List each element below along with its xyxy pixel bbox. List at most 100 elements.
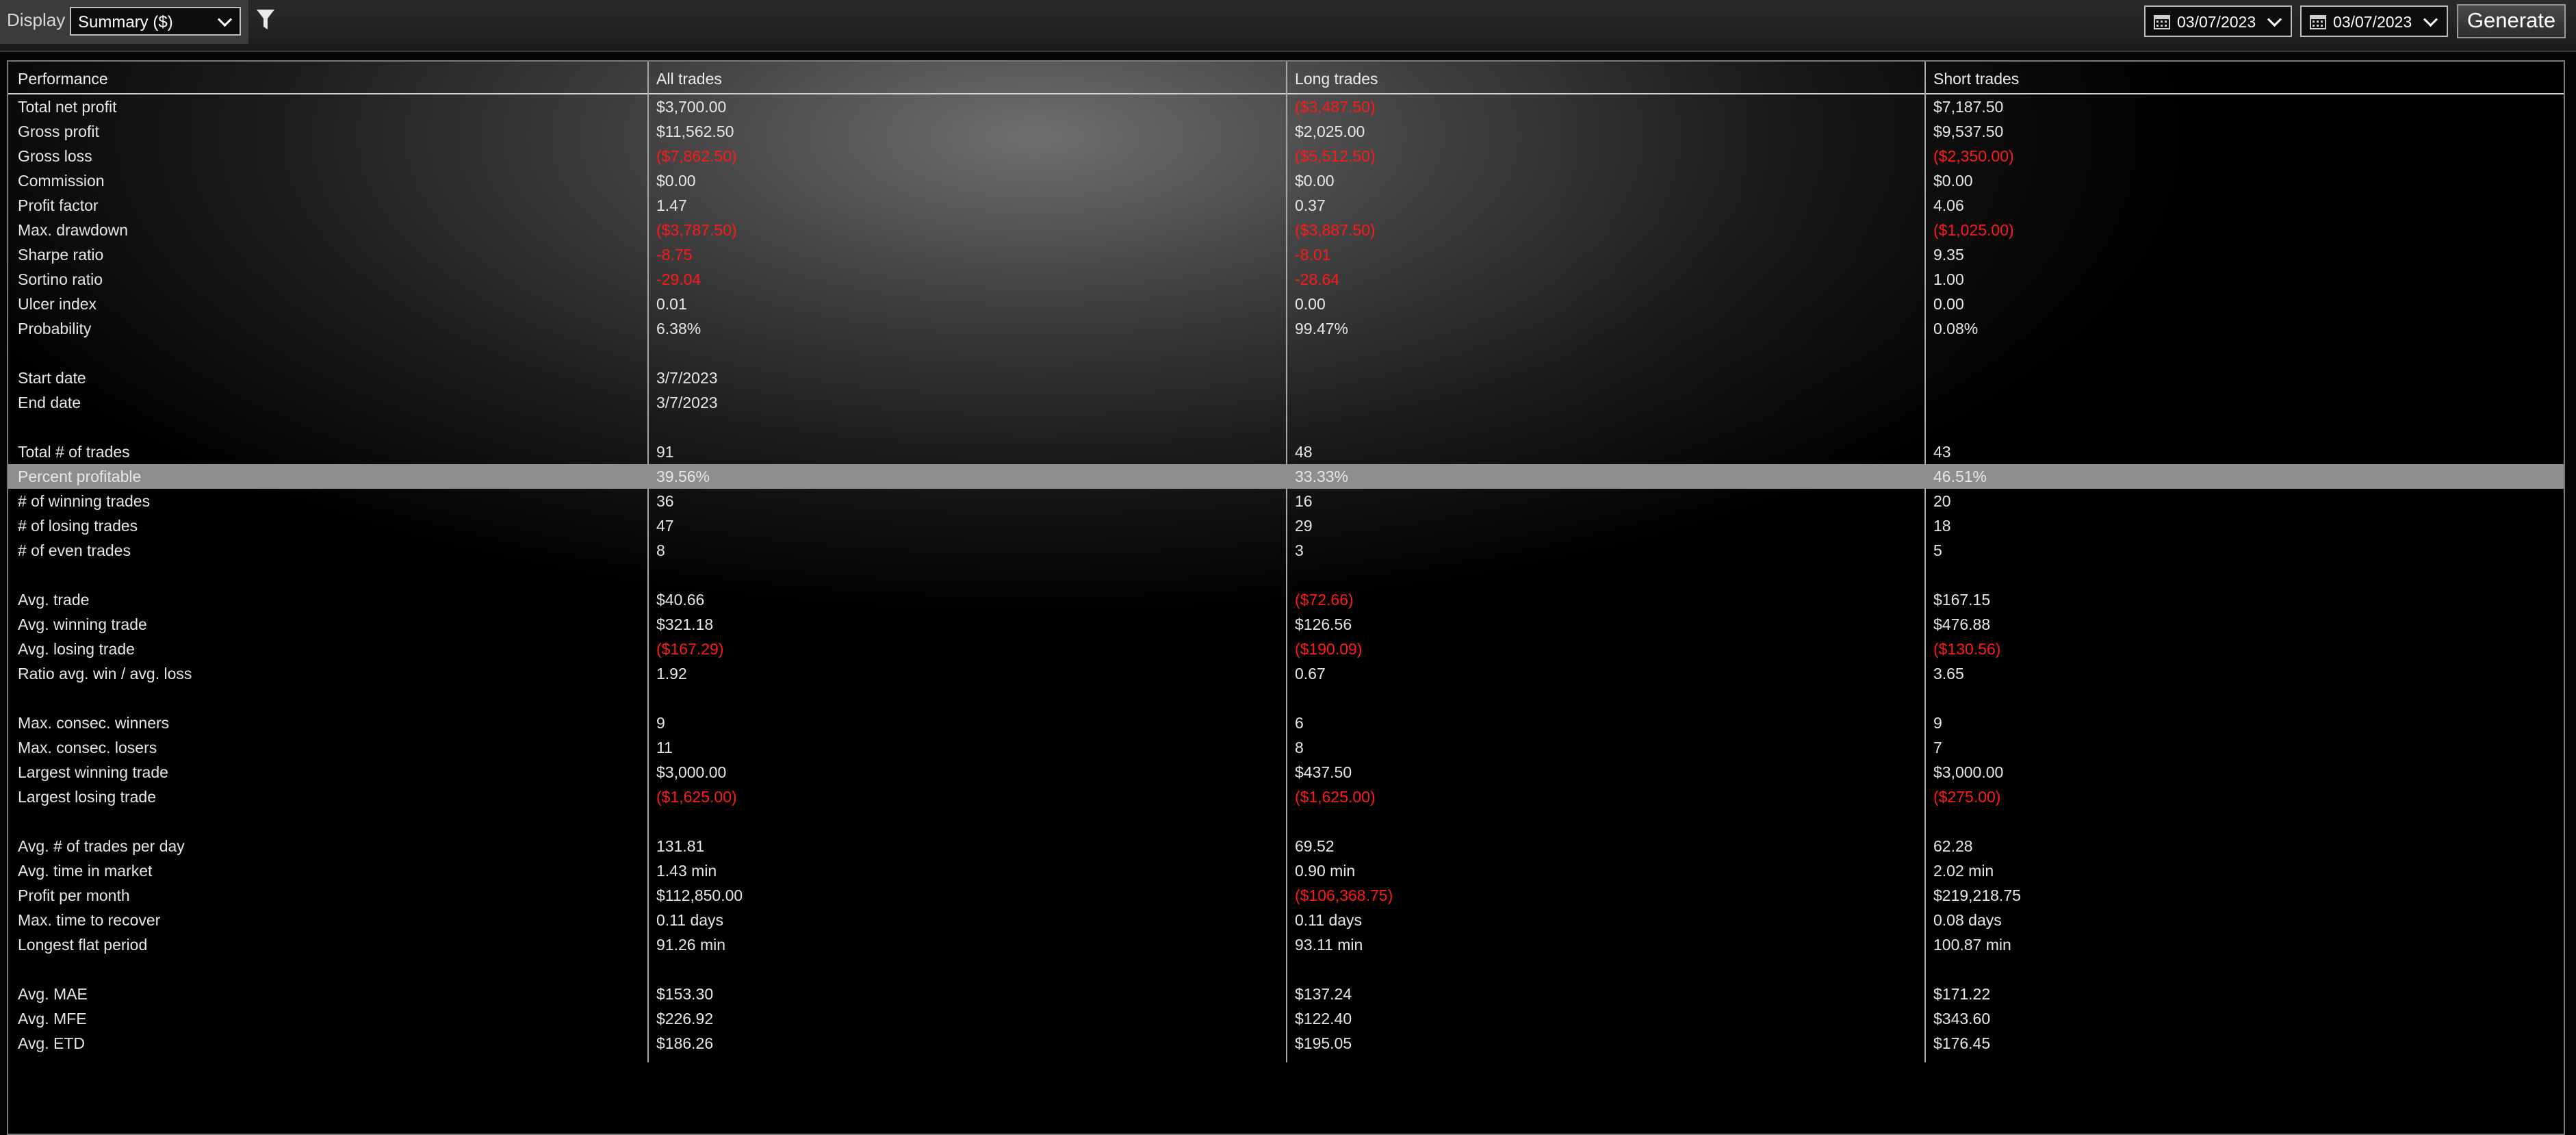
row-value-all: -8.75 xyxy=(656,246,693,264)
table-row[interactable]: Ratio avg. win / avg. loss 1.92 0.67 3.65 xyxy=(8,661,2564,686)
performance-grid: Performance All trades Long trades Short… xyxy=(7,60,2565,1135)
row-value-short: ($130.56) xyxy=(1933,640,2001,658)
row-value-long: $195.05 xyxy=(1295,1034,1352,1052)
table-row[interactable]: Max. time to recover 0.11 days 0.11 days 0.… xyxy=(8,908,2564,932)
row-value-long: 0.37 xyxy=(1295,196,1326,214)
row-value-all: 1.43 min xyxy=(656,862,717,880)
row-value-short: 7 xyxy=(1933,739,1942,756)
row-value-short: 0.00 xyxy=(1933,295,1964,313)
table-row[interactable] xyxy=(8,563,2564,587)
table-row[interactable]: Avg. trade $40.66 ($72.66) $167.15 xyxy=(8,587,2564,612)
row-label: Sortino ratio xyxy=(18,270,103,288)
table-row[interactable]: Avg. MAE $153.30 $137.24 $171.22 xyxy=(8,982,2564,1006)
table-row[interactable]: Gross loss ($7,862.50) ($5,512.50) ($2,350.… xyxy=(8,144,2564,168)
table-row[interactable]: Sortino ratio -29.04 -28.64 1.00 xyxy=(8,267,2564,292)
row-value-all: 1.47 xyxy=(656,196,687,214)
row-value-all: 91 xyxy=(656,443,674,461)
grid-body: Total net profit $3,700.00 ($3,487.50) $7,1… xyxy=(8,94,2564,1056)
row-label: Largest losing trade xyxy=(18,788,157,806)
table-row[interactable] xyxy=(8,686,2564,711)
table-row[interactable]: Largest winning trade $3,000.00 $437.50 $3,… xyxy=(8,760,2564,785)
row-value-long: 93.11 min xyxy=(1295,936,1363,954)
table-row[interactable]: Max. consec. losers 11 8 7 xyxy=(8,735,2564,760)
table-row[interactable]: Probability 6.38% 99.47% 0.08% xyxy=(8,316,2564,341)
row-value-long: 0.67 xyxy=(1295,665,1326,683)
row-value-long: $126.56 xyxy=(1295,615,1352,633)
row-value-all: 9 xyxy=(656,714,665,732)
row-value-long: 99.47% xyxy=(1295,320,1349,337)
table-row[interactable]: End date 3/7/2023 xyxy=(8,390,2564,415)
display-select[interactable]: Summary ($) xyxy=(70,7,241,36)
row-value-all: 0.11 days xyxy=(656,911,724,929)
row-value-short: ($2,350.00) xyxy=(1933,147,2014,165)
table-row[interactable] xyxy=(8,957,2564,982)
table-row[interactable]: Percent profitable 39.56% 33.33% 46.51% xyxy=(8,464,2564,489)
row-label: Avg. winning trade xyxy=(18,615,147,633)
row-label: Gross loss xyxy=(18,147,92,165)
table-row[interactable]: Avg. time in market 1.43 min 0.90 min 2.02 … xyxy=(8,858,2564,883)
row-value-all: 3/7/2023 xyxy=(656,394,718,411)
row-value-short: 18 xyxy=(1933,517,1951,535)
table-row[interactable]: Profit per month $112,850.00 ($106,368.75)… xyxy=(8,883,2564,908)
table-row[interactable]: Total # of trades 91 48 43 xyxy=(8,439,2564,464)
row-value-short: 9 xyxy=(1933,714,1942,732)
table-row[interactable]: Commission $0.00 $0.00 $0.00 xyxy=(8,168,2564,193)
chevron-down-icon xyxy=(2423,12,2438,27)
table-row[interactable]: Sharpe ratio -8.75 -8.01 9.35 xyxy=(8,242,2564,267)
table-row[interactable]: # of losing trades 47 29 18 xyxy=(8,513,2564,538)
row-value-long: 0.90 min xyxy=(1295,862,1356,880)
table-row[interactable]: Avg. winning trade $321.18 $126.56 $476.88 xyxy=(8,612,2564,637)
row-value-short: 0.08% xyxy=(1933,320,1979,337)
table-row[interactable]: Start date 3/7/2023 xyxy=(8,366,2564,390)
row-value-long: -8.01 xyxy=(1295,246,1331,264)
table-row[interactable]: Max. drawdown ($3,787.50) ($3,887.50) ($1,0… xyxy=(8,218,2564,242)
row-value-short: 46.51% xyxy=(1933,468,1987,485)
header-performance[interactable]: Performance xyxy=(18,64,108,93)
table-row[interactable]: Profit factor 1.47 0.37 4.06 xyxy=(8,193,2564,218)
row-label: Avg. MFE xyxy=(18,1010,87,1028)
row-value-long: 0.00 xyxy=(1295,295,1326,313)
table-row[interactable] xyxy=(8,415,2564,439)
row-value-all: $0.00 xyxy=(656,172,696,190)
header-all-trades[interactable]: All trades xyxy=(656,64,722,93)
row-value-short: 4.06 xyxy=(1933,196,1964,214)
date-from-picker[interactable]: 03/07/2023 xyxy=(2144,5,2292,37)
display-select-value: Summary ($) xyxy=(78,13,173,31)
table-row[interactable] xyxy=(8,341,2564,366)
row-label: Avg. time in market xyxy=(18,862,153,880)
date-to-picker[interactable]: 03/07/2023 xyxy=(2300,5,2448,37)
row-value-long: $2,025.00 xyxy=(1295,123,1365,140)
date-to-value: 03/07/2023 xyxy=(2333,13,2412,31)
generate-button[interactable]: Generate xyxy=(2457,4,2566,38)
row-value-short: 1.00 xyxy=(1933,270,1964,288)
table-row[interactable]: Total net profit $3,700.00 ($3,487.50) $7,1… xyxy=(8,94,2564,119)
table-row[interactable]: Largest losing trade ($1,625.00) ($1,625.0… xyxy=(8,785,2564,809)
row-value-all: 6.38% xyxy=(656,320,701,337)
row-value-short: 20 xyxy=(1933,492,1951,510)
table-row[interactable]: Avg. ETD $186.26 $195.05 $176.45 xyxy=(8,1031,2564,1056)
row-value-long: 16 xyxy=(1295,492,1313,510)
row-value-all: ($1,625.00) xyxy=(656,788,737,806)
row-value-all: ($3,787.50) xyxy=(656,221,737,239)
row-label: Commission xyxy=(18,172,105,190)
filter-icon[interactable] xyxy=(256,8,275,31)
table-row[interactable]: Avg. # of trades per day 131.81 69.52 62.28 xyxy=(8,834,2564,858)
header-short-trades[interactable]: Short trades xyxy=(1933,64,2019,93)
table-row[interactable]: Gross profit $11,562.50 $2,025.00 $9,537.50 xyxy=(8,119,2564,144)
table-row[interactable]: Avg. MFE $226.92 $122.40 $343.60 xyxy=(8,1006,2564,1031)
row-value-long: ($190.09) xyxy=(1295,640,1363,658)
calendar-icon xyxy=(2154,15,2170,29)
table-row[interactable]: Longest flat period 91.26 min 93.11 min 100… xyxy=(8,932,2564,957)
table-row[interactable]: # of even trades 8 3 5 xyxy=(8,538,2564,563)
table-row[interactable]: # of winning trades 36 16 20 xyxy=(8,489,2564,513)
row-label: # of losing trades xyxy=(18,517,138,535)
row-value-short: 3.65 xyxy=(1933,665,1964,683)
table-row[interactable] xyxy=(8,809,2564,834)
row-value-long: 8 xyxy=(1295,739,1304,756)
table-row[interactable]: Ulcer index 0.01 0.00 0.00 xyxy=(8,292,2564,316)
table-row[interactable]: Avg. losing trade ($167.29) ($190.09) ($130… xyxy=(8,637,2564,661)
table-row[interactable]: Max. consec. winners 9 6 9 xyxy=(8,711,2564,735)
row-value-long: 69.52 xyxy=(1295,837,1335,855)
header-long-trades[interactable]: Long trades xyxy=(1295,64,1378,93)
row-value-short: 5 xyxy=(1933,541,1942,559)
